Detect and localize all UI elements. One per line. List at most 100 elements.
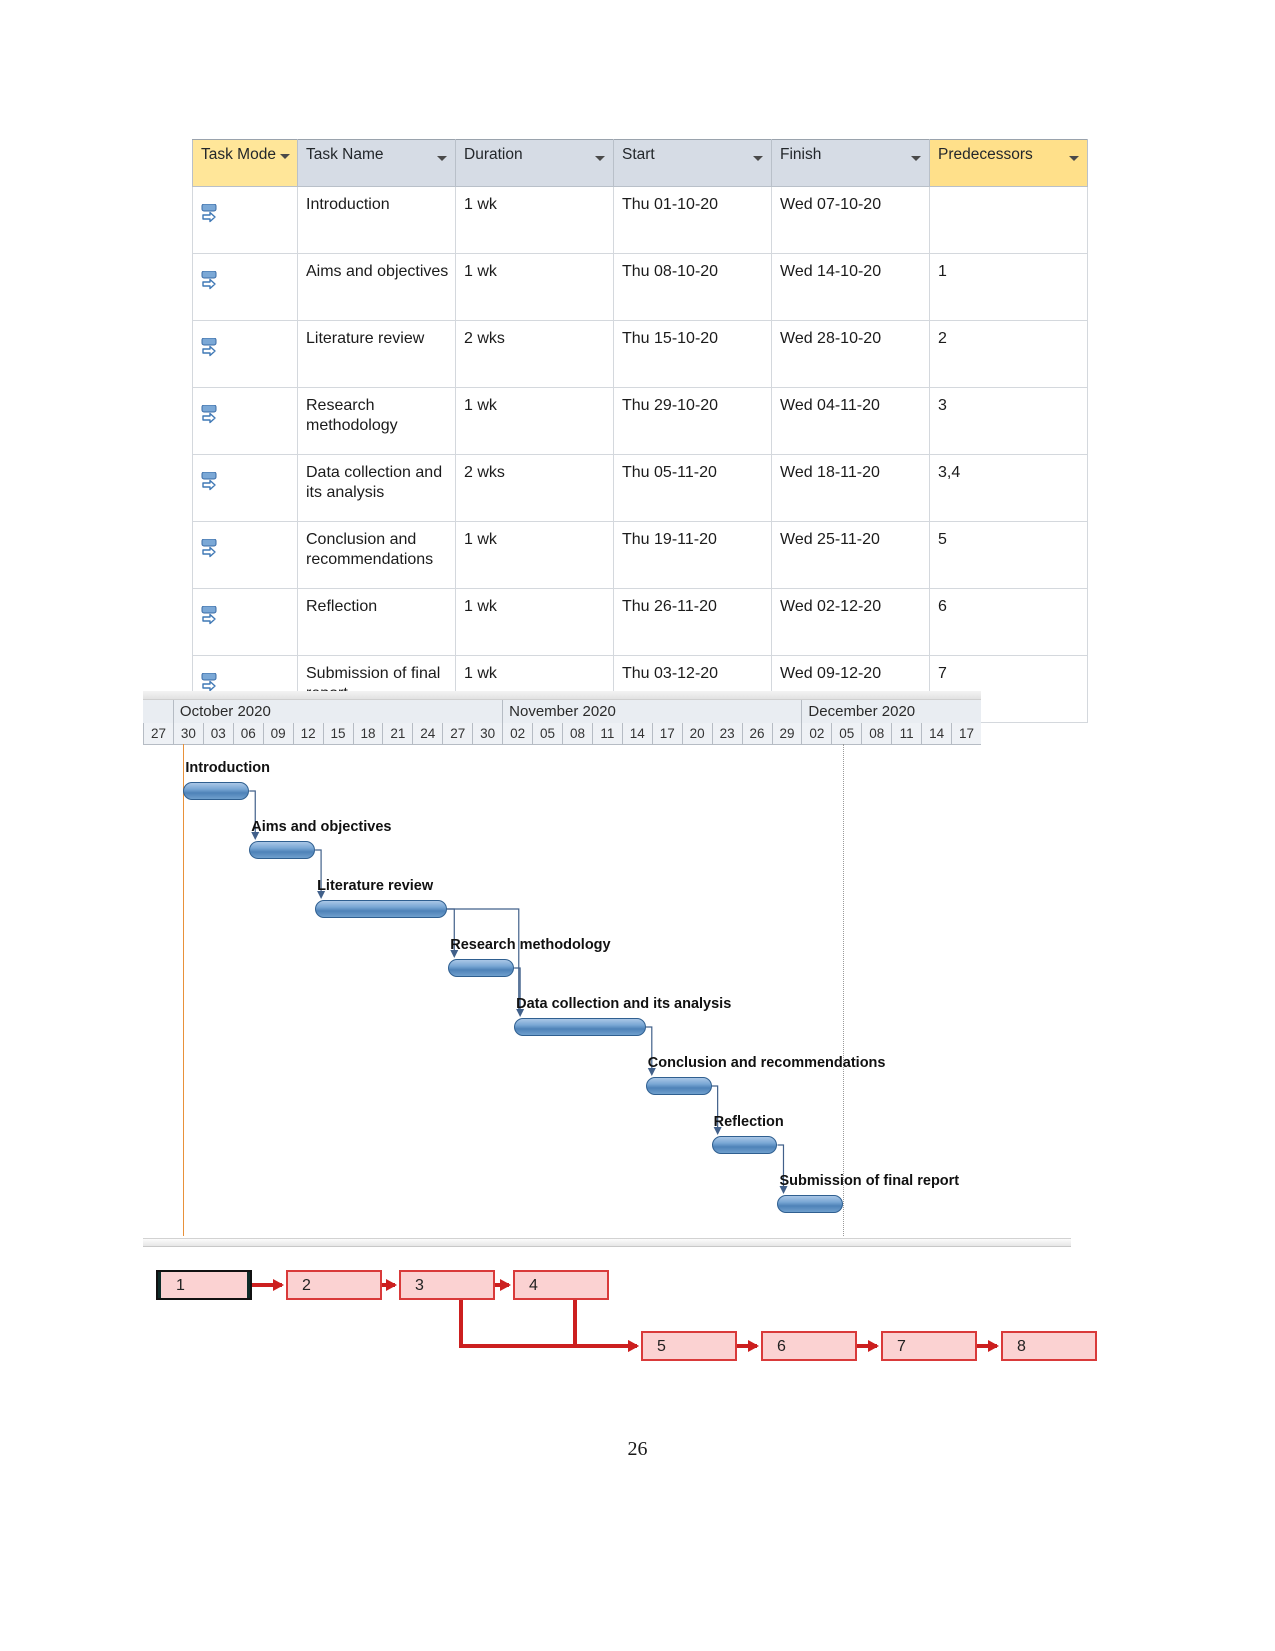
gantt-day-tick: 03 [202,723,233,744]
task-name-cell[interactable]: Research methodology [297,387,456,455]
table-row[interactable]: Literature review 2 wks Thu 15-10-20 Wed 28… [192,320,1088,388]
gantt-month-label: October 2020 [172,700,502,723]
table-row[interactable]: Research methodology 1 wk Thu 29-10-20 Wed … [192,387,1088,455]
task-name-cell[interactable]: Reflection [297,588,456,656]
network-node[interactable]: 3 [399,1270,495,1300]
gantt-day-tick: 18 [352,723,383,744]
gantt-day-tick: 29 [771,723,802,744]
duration-cell[interactable]: 1 wk [455,588,614,656]
chevron-down-icon[interactable] [437,156,447,161]
duration-cell[interactable]: 1 wk [455,521,614,589]
gantt-dependency-links [249,790,788,1194]
gantt-day-tick: 27 [143,723,173,744]
task-mode-cell[interactable] [192,521,298,589]
chevron-down-icon[interactable] [280,154,290,159]
column-header-finish[interactable]: Finish [771,139,930,187]
predecessors-cell[interactable] [929,186,1088,254]
gantt-bar[interactable] [448,959,515,977]
manually-scheduled-icon [201,195,223,223]
table-row[interactable]: Aims and objectives 1 wk Thu 08-10-20 Wed 1… [192,253,1088,321]
gantt-bar[interactable] [711,1136,778,1154]
gantt-bar[interactable] [183,782,250,800]
network-node[interactable]: 8 [1001,1331,1097,1361]
task-mode-cell[interactable] [192,454,298,522]
network-node[interactable]: 6 [761,1331,857,1361]
column-header-duration[interactable]: Duration [455,139,614,187]
manually-scheduled-icon [201,329,223,357]
gantt-day-tick: 15 [322,723,353,744]
column-header-task-name-label: Task Name [306,146,384,163]
column-header-predecessors[interactable]: Predecessors [929,139,1088,187]
manually-scheduled-icon [201,396,223,424]
start-date-cell[interactable]: Thu 26-11-20 [613,588,772,656]
table-header: Task Mode Task Name Duration Start Finis… [192,139,1088,187]
network-node[interactable]: 4 [513,1270,609,1300]
finish-date-cell[interactable]: Wed 28-10-20 [771,320,930,388]
gantt-bar[interactable] [514,1018,646,1036]
finish-date-cell[interactable]: Wed 02-12-20 [771,588,930,656]
column-header-task-mode[interactable]: Task Mode [192,139,298,187]
start-date-cell[interactable]: Thu 29-10-20 [613,387,772,455]
predecessors-cell[interactable]: 3 [929,387,1088,455]
gantt-day-scale: 27 30 03 06 09 12 15 18 21 24 27 30 02 05 08 11 14 17 20 23… [143,723,981,745]
gantt-day-tick: 08 [861,723,891,744]
table-row[interactable]: Reflection 1 wk Thu 26-11-20 Wed 02-12-20 6 [192,588,1088,656]
task-mode-cell[interactable] [192,588,298,656]
duration-cell[interactable]: 1 wk [455,253,614,321]
network-node[interactable]: 1 [156,1270,252,1300]
start-date-cell[interactable]: Thu 19-11-20 [613,521,772,589]
duration-cell[interactable]: 1 wk [455,186,614,254]
predecessors-cell[interactable]: 1 [929,253,1088,321]
gantt-day-tick: 17 [951,723,981,744]
task-name-cell[interactable]: Literature review [297,320,456,388]
task-name-cell[interactable]: Aims and objectives [297,253,456,321]
task-name-cell[interactable]: Data collection and its analysis [297,454,456,522]
gantt-day-tick: 23 [711,723,742,744]
task-mode-cell[interactable] [192,253,298,321]
gantt-bar[interactable] [315,900,447,918]
predecessors-cell[interactable]: 2 [929,320,1088,388]
table-row[interactable]: Data collection and its analysis 2 wks Thu… [192,454,1088,522]
network-node[interactable]: 5 [641,1331,737,1361]
finish-date-cell[interactable]: Wed 07-10-20 [771,186,930,254]
gantt-day-tick: 06 [232,723,263,744]
table-row[interactable]: Conclusion and recommendations 1 wk Thu 19… [192,521,1088,589]
predecessors-cell[interactable]: 3,4 [929,454,1088,522]
network-node[interactable]: 2 [286,1270,382,1300]
finish-date-cell[interactable]: Wed 14-10-20 [771,253,930,321]
gantt-day-tick: 12 [292,723,323,744]
duration-cell[interactable]: 2 wks [455,320,614,388]
task-name-cell[interactable]: Conclusion and recommendations [297,521,456,589]
start-date-cell[interactable]: Thu 08-10-20 [613,253,772,321]
start-date-cell[interactable]: Thu 15-10-20 [613,320,772,388]
start-date-cell[interactable]: Thu 01-10-20 [613,186,772,254]
gantt-bar[interactable] [777,1195,844,1213]
finish-date-cell[interactable]: Wed 25-11-20 [771,521,930,589]
gantt-bar[interactable] [249,841,316,859]
gantt-bar[interactable] [645,1077,712,1095]
gantt-month-label: December 2020 [801,700,981,723]
task-mode-cell[interactable] [192,320,298,388]
network-node[interactable]: 7 [881,1331,977,1361]
gantt-bar-label: Aims and objectives [251,819,392,835]
finish-date-cell[interactable]: Wed 18-11-20 [771,454,930,522]
chevron-down-icon[interactable] [595,156,605,161]
gantt-month-scale: October 2020 November 2020 December 2020 [143,700,981,724]
task-mode-cell[interactable] [192,186,298,254]
chevron-down-icon[interactable] [911,156,921,161]
duration-cell[interactable]: 1 wk [455,387,614,455]
table-body: Introduction 1 wk Thu 01-10-20 Wed 07-10-20… [192,186,1088,723]
column-header-start[interactable]: Start [613,139,772,187]
chevron-down-icon[interactable] [753,156,763,161]
predecessors-cell[interactable]: 6 [929,588,1088,656]
chevron-down-icon[interactable] [1069,156,1079,161]
table-row[interactable]: Introduction 1 wk Thu 01-10-20 Wed 07-10-20 [192,186,1088,254]
task-name-cell[interactable]: Introduction [297,186,456,254]
column-header-task-name[interactable]: Task Name [297,139,456,187]
start-date-cell[interactable]: Thu 05-11-20 [613,454,772,522]
predecessors-cell[interactable]: 5 [929,521,1088,589]
gantt-day-tick: 27 [442,723,472,744]
finish-date-cell[interactable]: Wed 04-11-20 [771,387,930,455]
task-mode-cell[interactable] [192,387,298,455]
duration-cell[interactable]: 2 wks [455,454,614,522]
